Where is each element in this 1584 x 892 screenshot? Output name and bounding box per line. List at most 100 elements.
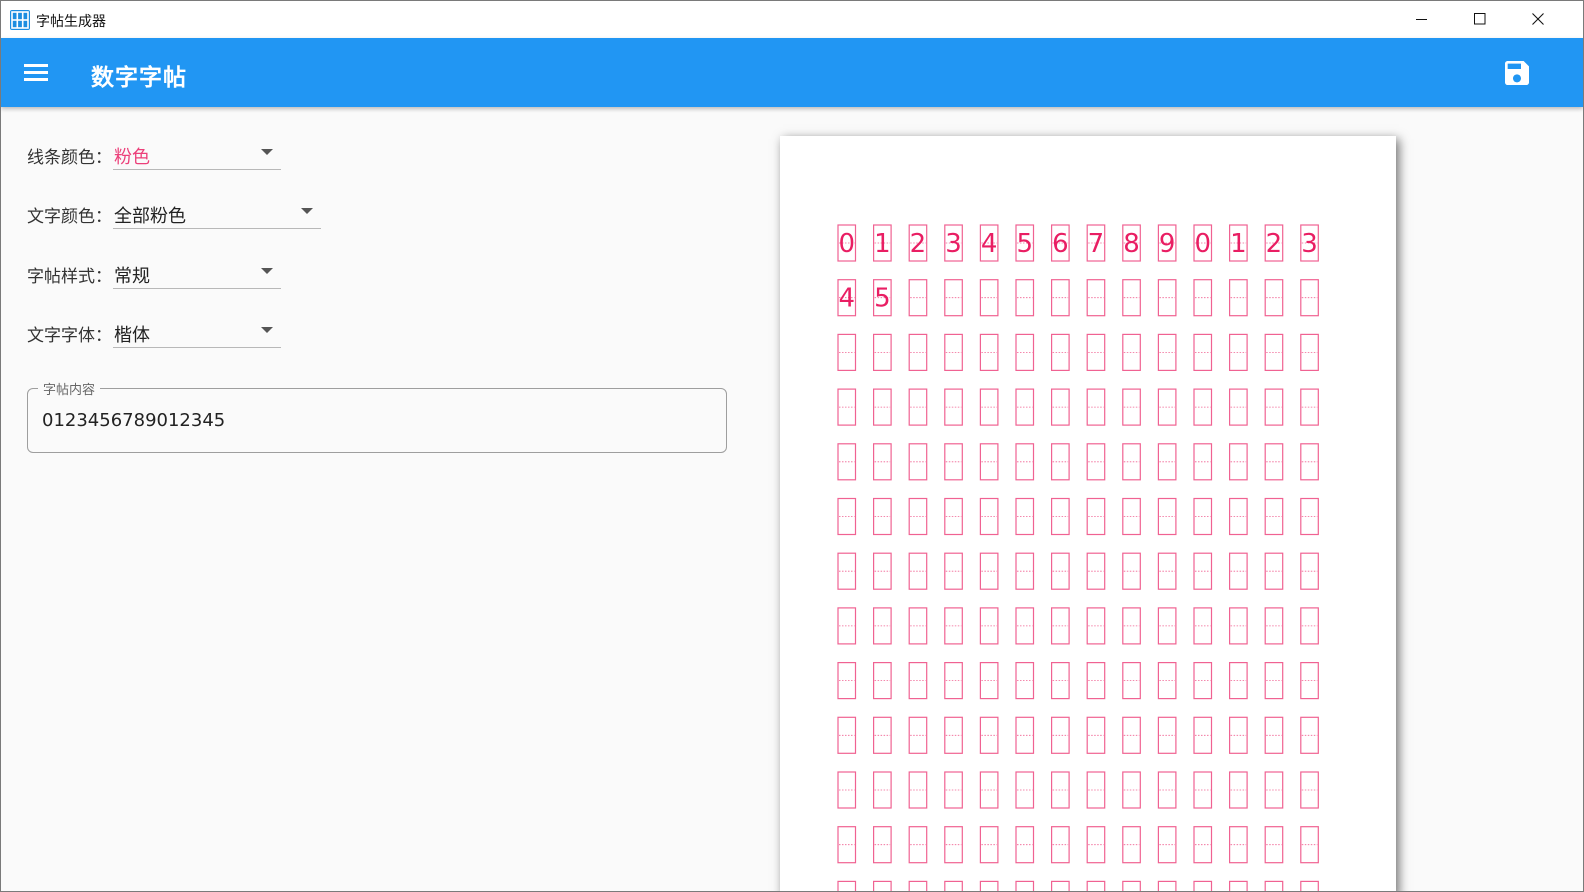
grid-cell (1300, 279, 1319, 317)
grid-cell: 2 (1264, 224, 1284, 262)
grid-cell (837, 607, 857, 645)
font-dropdown[interactable]: 楷体 (113, 309, 281, 348)
grid-cell (979, 826, 999, 864)
sheet-character: 2 (1266, 229, 1283, 259)
grid-cell: 2 (908, 224, 928, 262)
grid-cell (1229, 279, 1248, 317)
grid-cell (1229, 552, 1248, 590)
grid-cell (1015, 552, 1035, 590)
grid-cell (1122, 388, 1141, 426)
grid-cell (1015, 607, 1035, 645)
grid-cell (1051, 333, 1070, 371)
style-dropdown[interactable]: 常规 (113, 250, 281, 289)
grid-cell (1193, 661, 1213, 700)
grid-cell (908, 826, 928, 864)
grid-cell (1193, 388, 1213, 426)
grid-cell (1264, 716, 1284, 754)
grid-cell (1264, 607, 1284, 645)
grid-cell (1086, 552, 1106, 590)
grid-cell (908, 497, 928, 536)
grid-cell: 3 (1300, 224, 1319, 262)
grid-cell (1300, 607, 1319, 645)
sheet-preview: 0123456789012345 (780, 136, 1396, 891)
grid-cell (1051, 552, 1070, 590)
grid-cell (1122, 880, 1141, 891)
sheet-character: 8 (1123, 229, 1140, 259)
grid-cell: 1 (872, 224, 892, 262)
grid-cell (1122, 443, 1141, 481)
grid-cell (1122, 333, 1141, 371)
grid-cell (1157, 443, 1177, 481)
grid-cell (944, 279, 963, 317)
grid-cell (1229, 826, 1248, 864)
grid-cell (1264, 443, 1284, 481)
grid-cell (1122, 661, 1141, 700)
text-color-dropdown[interactable]: 全部粉色 (113, 190, 321, 229)
text-color-value: 全部粉色 (114, 206, 186, 227)
grid-cell (1015, 497, 1035, 536)
grid-cell (908, 661, 928, 700)
grid-cell (1086, 279, 1106, 317)
grid-cell (908, 333, 928, 371)
grid-cell (1086, 443, 1106, 481)
grid-cell (944, 497, 963, 536)
grid-cell (872, 607, 892, 645)
grid-cell (1229, 333, 1248, 371)
grid-cell (1157, 826, 1177, 864)
minimize-button[interactable] (1393, 1, 1451, 38)
text-color-label: 文字颜色： (27, 207, 112, 227)
grid-cell (1229, 716, 1248, 754)
grid-cell (1086, 607, 1106, 645)
close-icon (1532, 13, 1544, 25)
grid-cell (1051, 279, 1070, 317)
grid-cell (1157, 388, 1177, 426)
grid-cell (1086, 661, 1106, 700)
grid-cell (872, 880, 892, 891)
page-title: 数字字帖 (91, 65, 187, 91)
grid-cell (908, 552, 928, 590)
grid-cell (1193, 880, 1213, 891)
menu-icon[interactable] (21, 60, 51, 84)
grid-cell (1300, 333, 1319, 371)
grid-cell: 0 (837, 224, 857, 262)
grid-cell (979, 388, 999, 426)
grid-cell (944, 443, 963, 481)
grid-cell (1264, 552, 1284, 590)
grid-cell: 8 (1122, 224, 1141, 262)
grid-cell: 6 (1051, 224, 1070, 262)
grid-cell: 9 (1157, 224, 1177, 262)
dropdown-arrow-icon (261, 268, 273, 274)
grid-cell (1193, 716, 1213, 754)
line-color-dropdown[interactable]: 粉色 (113, 131, 281, 170)
grid-cell: 4 (837, 279, 857, 317)
grid-cell (1157, 607, 1177, 645)
grid-cell (1015, 716, 1035, 754)
save-button[interactable] (1501, 57, 1533, 89)
grid-cell: 7 (1086, 224, 1106, 262)
grid-cell (944, 880, 963, 891)
dropdown-arrow-icon (261, 149, 273, 155)
grid-cell (837, 443, 857, 481)
content-field[interactable]: 字帖内容 0123456789012345 (27, 379, 727, 453)
grid-cell (1051, 443, 1070, 481)
grid-cell: 4 (979, 224, 999, 262)
grid-cell (1157, 661, 1177, 700)
maximize-button[interactable] (1451, 1, 1509, 38)
sheet-character: 3 (1301, 229, 1318, 259)
grid-cell (944, 607, 963, 645)
grid-cell (1264, 826, 1284, 864)
grid-cell (837, 880, 857, 891)
grid-cell (908, 443, 928, 481)
grid-cell (979, 880, 999, 891)
grid-cell (1122, 826, 1141, 864)
dropdown-arrow-icon (301, 208, 313, 214)
grid-cell (908, 880, 928, 891)
sheet-character: 0 (1194, 229, 1211, 259)
grid-cell (979, 443, 999, 481)
grid-cell (1193, 333, 1213, 371)
content-field-value[interactable]: 0123456789012345 (42, 410, 225, 431)
grid-cell (1229, 388, 1248, 426)
grid-cell (979, 497, 999, 536)
close-button[interactable] (1509, 1, 1567, 38)
grid-cell (837, 661, 857, 700)
